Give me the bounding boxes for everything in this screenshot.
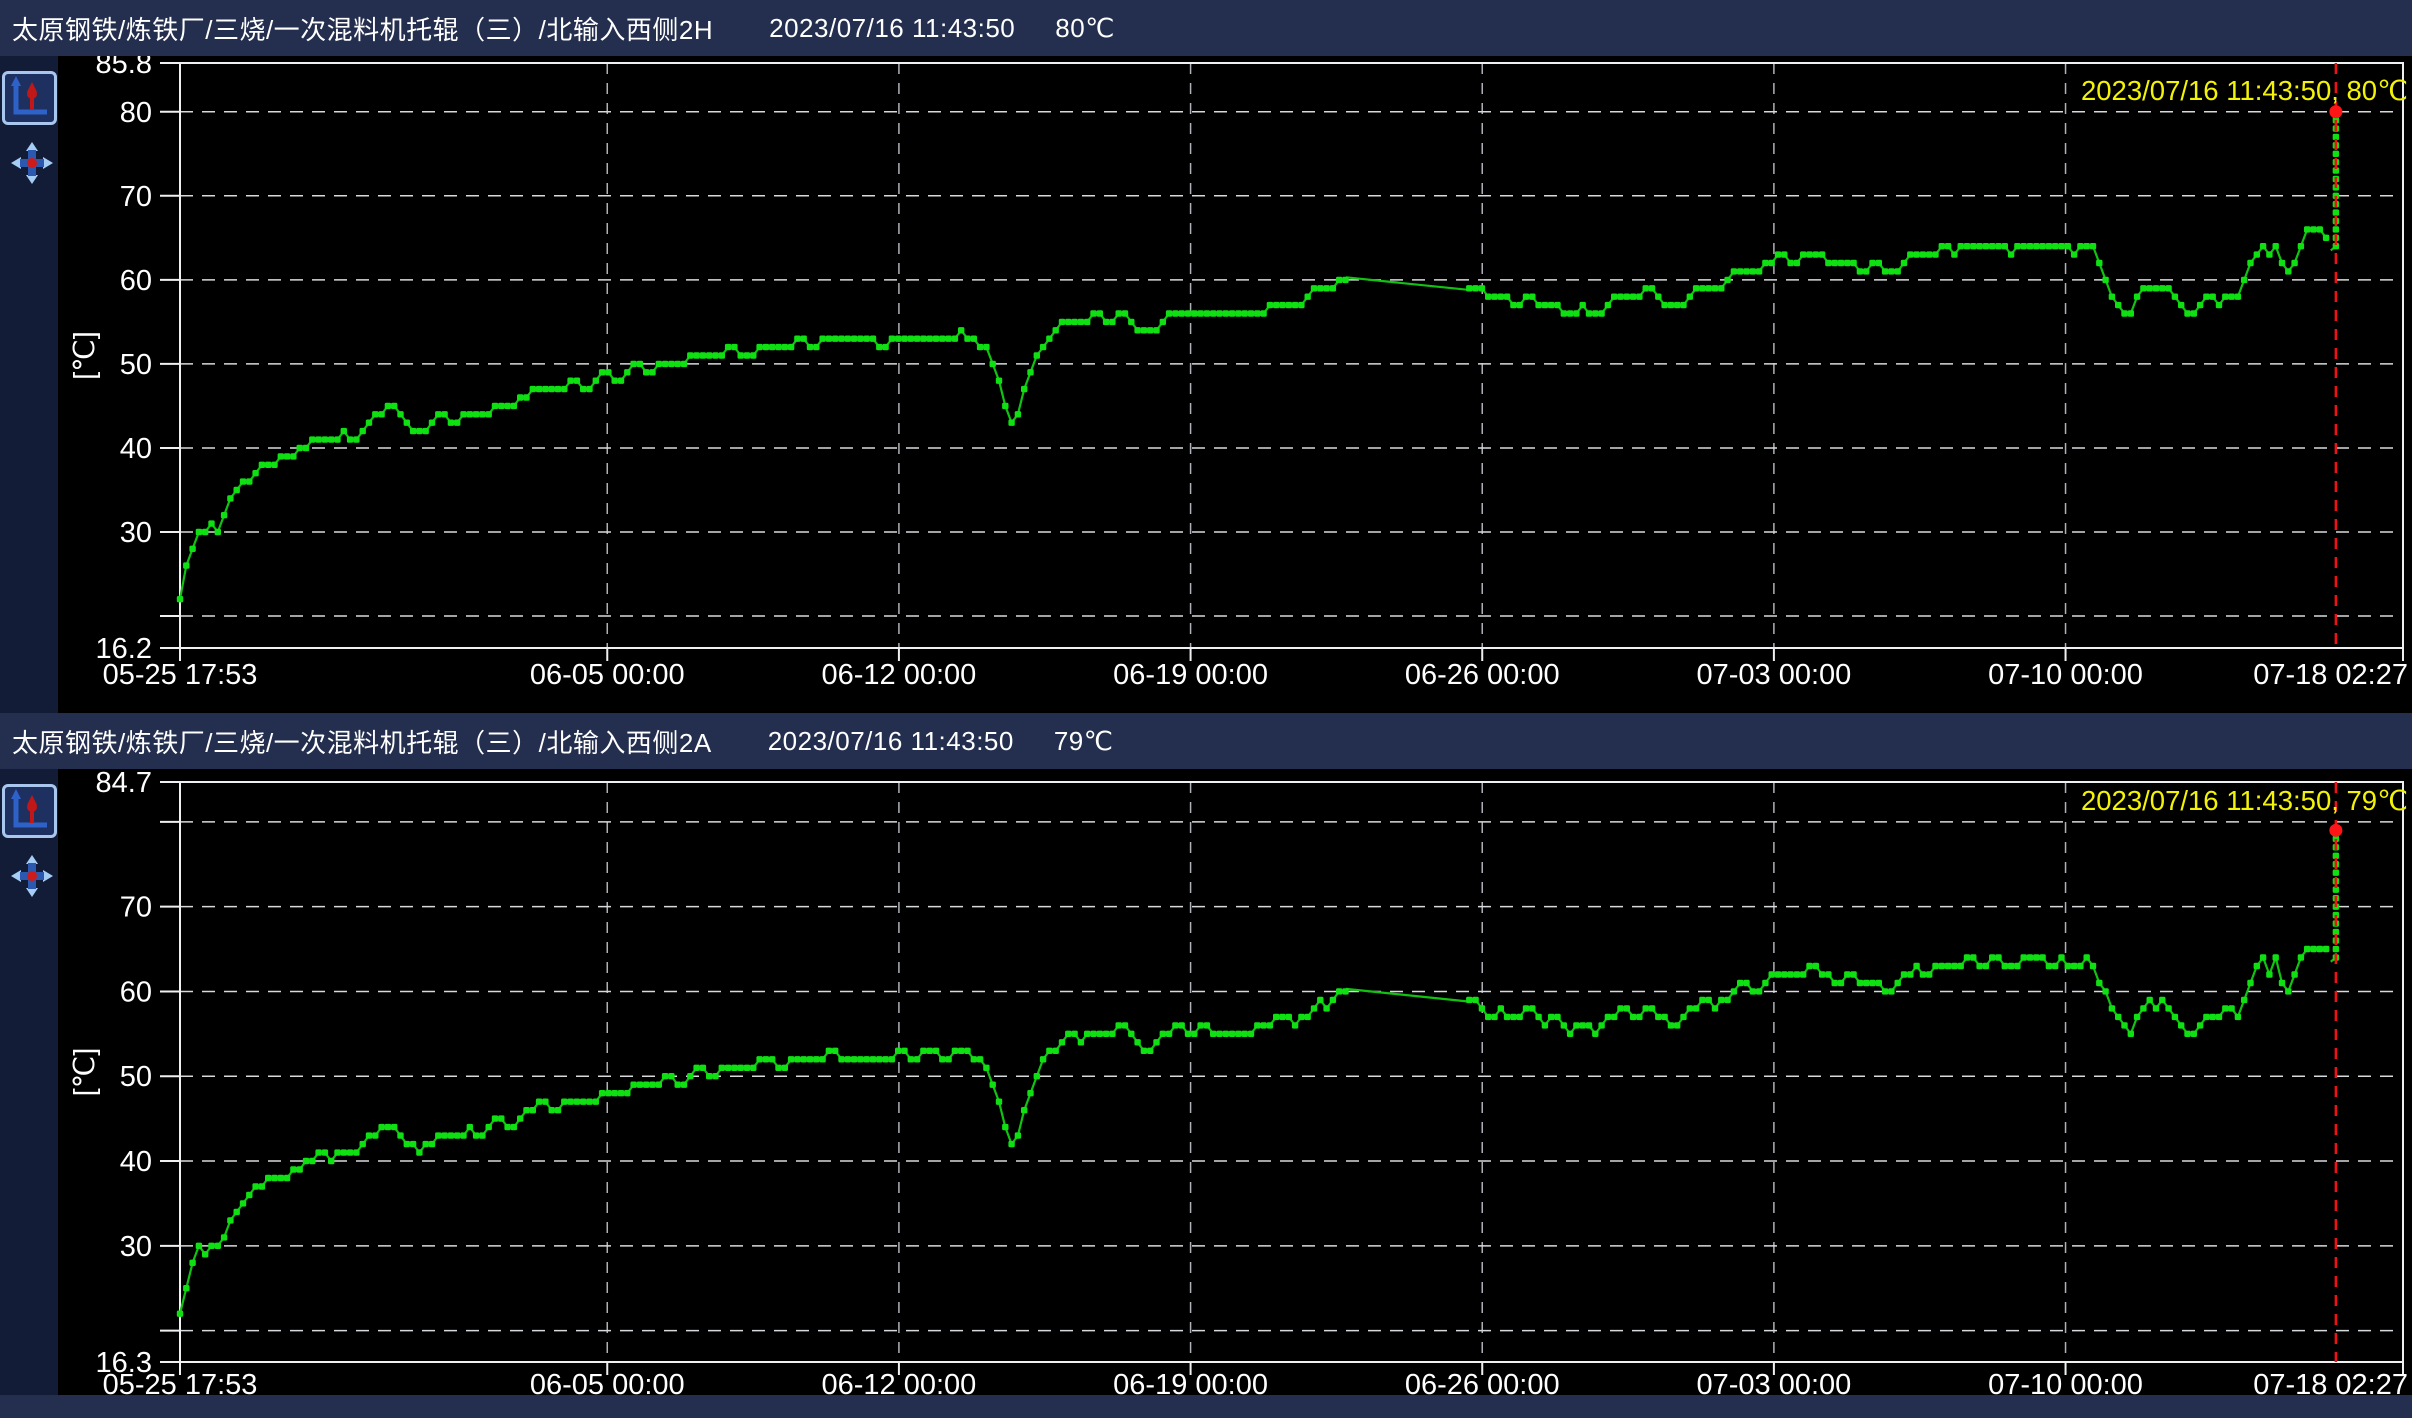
panel2-chart-region: 84.7706050403016.3[℃]05-25 17:5306-05 00… (0, 769, 2412, 1395)
svg-text:06-05 00:00: 06-05 00:00 (530, 1369, 685, 1395)
cursor-annotation: 2023/07/16 11:43:50, 80℃ (2081, 75, 2408, 106)
svg-text:06-26 00:00: 06-26 00:00 (1405, 1369, 1560, 1395)
y-gridlines (180, 822, 2403, 1331)
cursor-annotation: 2023/07/16 11:43:50, 79℃ (2081, 785, 2408, 816)
svg-text:[℃]: [℃] (69, 1048, 101, 1097)
panel1-timestamp: 2023/07/16 11:43:50 (769, 13, 1015, 44)
panel2-current-value: 79℃ (1054, 726, 1114, 757)
svg-text:05-25 17:53: 05-25 17:53 (103, 1369, 258, 1395)
svg-text:06-19 00:00: 06-19 00:00 (1113, 659, 1268, 691)
svg-text:30: 30 (120, 517, 152, 549)
y-gridlines (180, 112, 2403, 616)
y-axis: 84.7706050403016.3[℃] (69, 769, 180, 1379)
trend-monitor-app: { "panels": [ { "title": "太原钢铁/炼铁厂/三烧/一次… (0, 0, 2412, 1418)
cursor-point (2329, 105, 2342, 118)
temperature-series (177, 117, 2339, 602)
svg-text:07-18 02:27: 07-18 02:27 (2253, 1369, 2408, 1395)
svg-text:06-26 00:00: 06-26 00:00 (1405, 659, 1560, 691)
svg-text:80: 80 (120, 97, 152, 129)
x-axis: 05-25 17:53 06-05 00:00 06-12 00:00 06-19 0… (103, 1362, 2408, 1395)
trend-chart-2A[interactable]: 84.7706050403016.3[℃]05-25 17:5306-05 00… (0, 769, 2412, 1395)
svg-text:06-12 00:00: 06-12 00:00 (822, 1369, 977, 1395)
svg-text:70: 70 (120, 892, 152, 924)
svg-text:85.8: 85.8 (96, 56, 152, 80)
panel1-chart-region: 85.880706050403016.2[℃]05-25 17:5306-05 … (0, 56, 2412, 713)
svg-text:60: 60 (120, 976, 152, 1008)
svg-text:07-03 00:00: 07-03 00:00 (1696, 659, 1851, 691)
svg-text:70: 70 (120, 181, 152, 213)
svg-text:50: 50 (120, 1061, 152, 1093)
svg-text:60: 60 (120, 265, 152, 297)
x-axis: 05-25 17:53 06-05 00:00 06-12 00:00 06-19 0… (103, 648, 2408, 691)
panel2-header-bar: 太原钢铁/炼铁厂/三烧/一次混料机托辊（三）/北输入西侧2A 2023/07/1… (0, 713, 2412, 769)
svg-text:06-19 00:00: 06-19 00:00 (1113, 1369, 1268, 1395)
svg-text:[℃]: [℃] (69, 331, 101, 380)
x-gridlines (607, 782, 2065, 1362)
panel2-title: 太原钢铁/炼铁厂/三烧/一次混料机托辊（三）/北输入西侧2A (12, 723, 712, 760)
svg-text:84.7: 84.7 (96, 769, 152, 799)
plot-frame (180, 782, 2403, 1362)
next-panel-header-partial (0, 1395, 2412, 1418)
svg-text:50: 50 (120, 349, 152, 381)
trend-chart-2H[interactable]: 85.880706050403016.2[℃]05-25 17:5306-05 … (0, 56, 2412, 713)
panel1-current-value: 80℃ (1055, 13, 1115, 44)
svg-text:40: 40 (120, 1146, 152, 1178)
panel2-timestamp: 2023/07/16 11:43:50 (768, 726, 1014, 757)
svg-text:07-10 00:00: 07-10 00:00 (1988, 659, 2143, 691)
svg-text:06-05 00:00: 06-05 00:00 (530, 659, 685, 691)
svg-text:07-10 00:00: 07-10 00:00 (1988, 1369, 2143, 1395)
cursor-point (2329, 824, 2342, 837)
svg-text:07-18 02:27: 07-18 02:27 (2253, 659, 2408, 691)
x-gridlines (607, 63, 2065, 648)
cursor[interactable] (2329, 782, 2342, 1362)
svg-text:06-12 00:00: 06-12 00:00 (822, 659, 977, 691)
panel1-header-bar: 太原钢铁/炼铁厂/三烧/一次混料机托辊（三）/北输入西侧2H 2023/07/1… (0, 0, 2412, 56)
y-axis: 85.880706050403016.2[℃] (69, 56, 180, 665)
plot-frame (180, 63, 2403, 648)
svg-text:07-03 00:00: 07-03 00:00 (1696, 1369, 1851, 1395)
panel1-title: 太原钢铁/炼铁厂/三烧/一次混料机托辊（三）/北输入西侧2H (12, 10, 713, 47)
svg-text:30: 30 (120, 1231, 152, 1263)
svg-text:05-25 17:53: 05-25 17:53 (103, 659, 258, 691)
svg-text:40: 40 (120, 433, 152, 465)
